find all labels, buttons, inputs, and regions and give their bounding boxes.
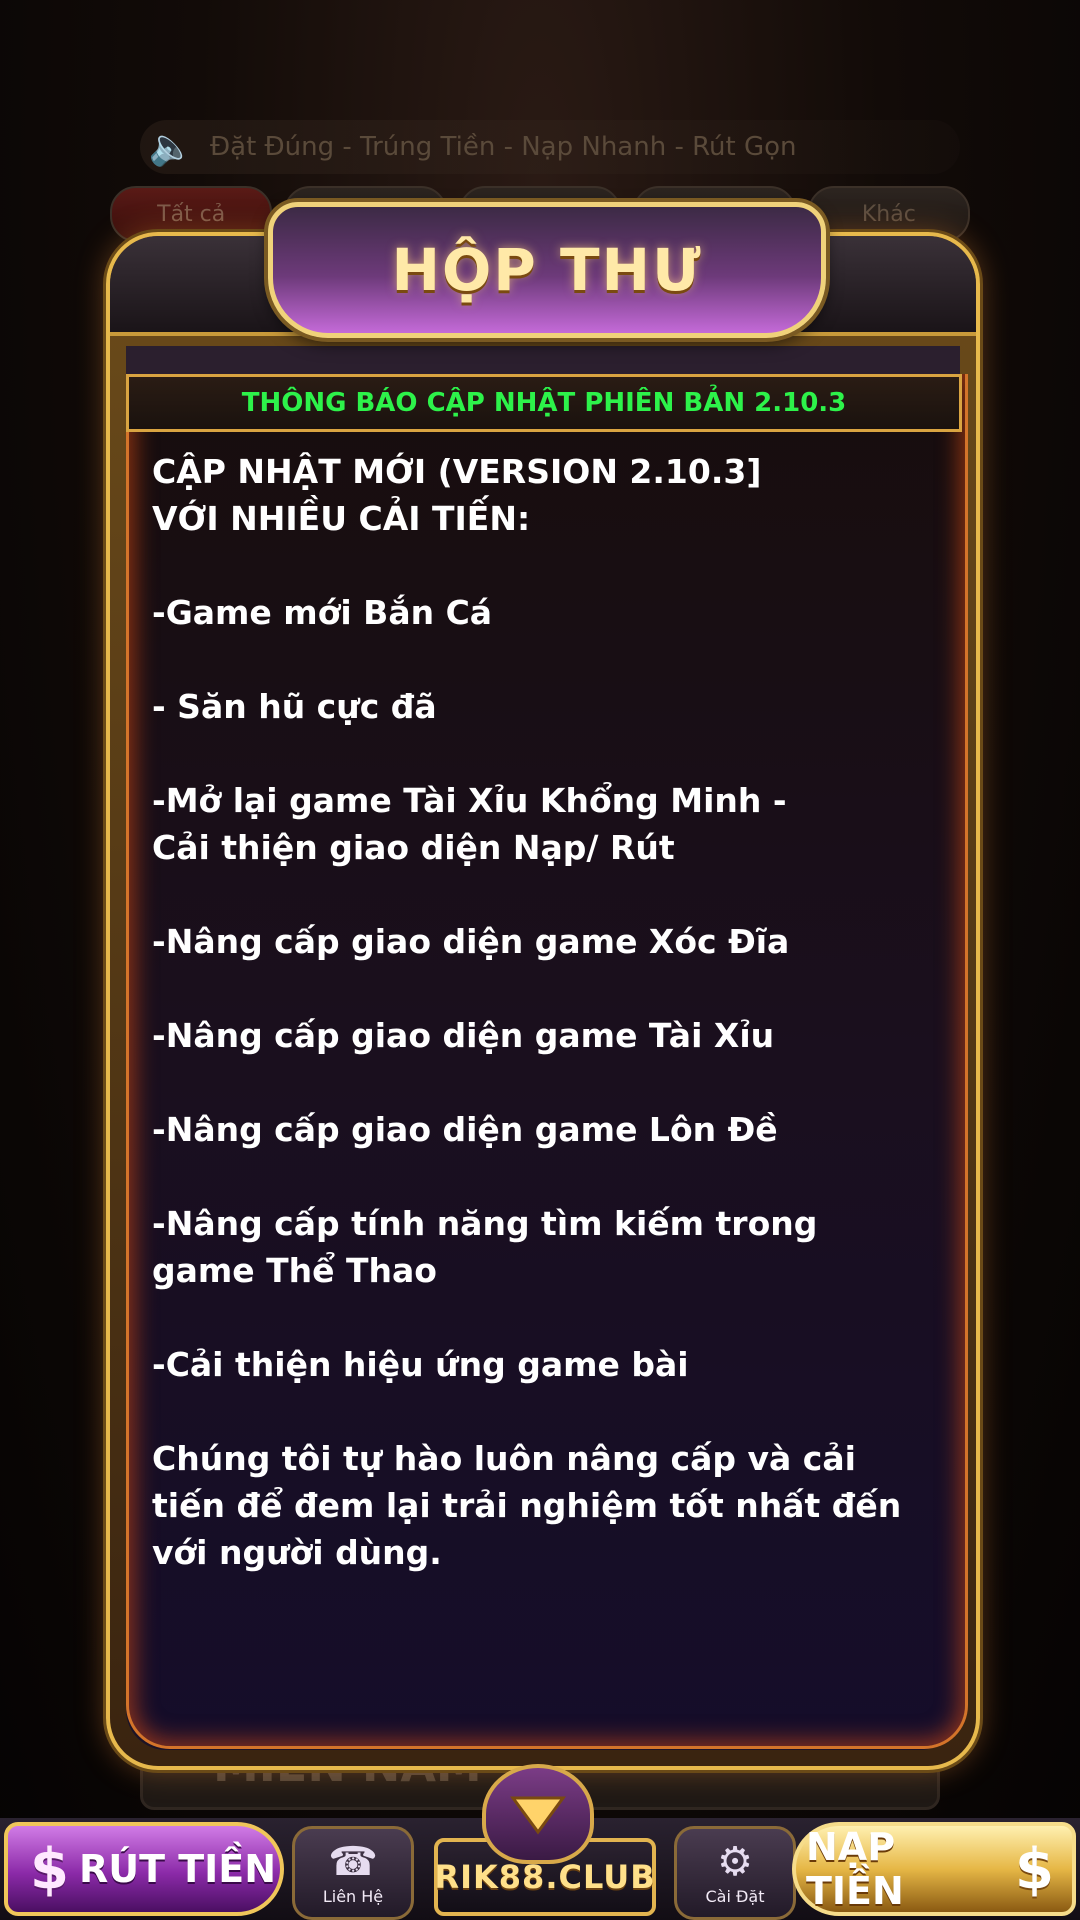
marquee-text: Đặt Đúng - Trúng Tiền - Nạp Nhanh - Rút … <box>210 132 797 162</box>
withdraw-button[interactable]: $ RÚT TIỀN <box>4 1822 284 1916</box>
message-line: -Mở lại game Tài Xỉu Khổng Minh - <box>152 781 787 820</box>
modal-title-plate: HỘP THƯ <box>268 202 826 338</box>
settings-button[interactable]: ⚙ Cài Đặt <box>674 1826 796 1920</box>
message-line: - Săn hũ cực đã <box>152 687 437 726</box>
settings-label: Cài Đặt <box>705 1886 765 1906</box>
gear-icon: ⚙ <box>717 1838 753 1885</box>
withdraw-label: RÚT TIỀN <box>78 1847 277 1891</box>
dollar-icon: $ <box>1015 1836 1054 1902</box>
notice-title: THÔNG BÁO CẬP NHẬT PHIÊN BẢN 2.10.3 <box>241 388 847 418</box>
message-line: VỚI NHIỀU CẢI TIẾN: <box>152 499 531 538</box>
message-line: -Nâng cấp giao diện game Tài Xỉu <box>152 1016 775 1055</box>
message-line: -Nâng cấp giao diện game Xóc Đĩa <box>152 922 790 961</box>
chevron-down-icon <box>510 1796 566 1835</box>
dollar-icon: $ <box>30 1836 69 1902</box>
message-line: CẬP NHẬT MỚI (VERSION 2.10.3] <box>152 452 762 491</box>
telephone-icon: ☎ <box>328 1838 378 1885</box>
message-line: -Nâng cấp tính năng tìm kiếm trong <box>152 1204 818 1243</box>
contact-button[interactable]: ☎ Liên Hệ <box>292 1826 414 1920</box>
message-line: -Cải thiện hiệu ứng game bài <box>152 1345 689 1384</box>
speaker-icon: 🔈 <box>148 127 194 168</box>
contact-label: Liên Hệ <box>322 1886 384 1906</box>
message-line: -Nâng cấp giao diện game Lôn Đề <box>152 1110 778 1149</box>
deposit-button[interactable]: NẠP TIỀN $ <box>792 1822 1076 1916</box>
message-line: Chúng tôi tự hào luôn nâng cấp và cải <box>152 1439 856 1478</box>
notice-title-bar[interactable]: THÔNG BÁO CẬP NHẬT PHIÊN BẢN 2.10.3 <box>126 374 962 432</box>
message-body: CẬP NHẬT MỚI (VERSION 2.10.3] VỚI NHIỀU … <box>152 448 912 1576</box>
collapse-button[interactable] <box>482 1764 594 1864</box>
message-line: -Game mới Bắn Cá <box>152 593 493 632</box>
message-line: Cải thiện giao diện Nạp/ Rút <box>152 828 675 867</box>
message-line: với người dùng. <box>152 1533 442 1572</box>
modal-title: HỘP THƯ <box>391 236 703 304</box>
message-line: game Thể Thao <box>152 1251 437 1290</box>
deposit-label: NẠP TIỀN <box>806 1825 904 1913</box>
marquee-banner: 🔈 Đặt Đúng - Trúng Tiền - Nạp Nhanh - Rú… <box>140 120 960 174</box>
message-line: tiến để đem lại trải nghiệm tốt nhất đến <box>152 1486 902 1525</box>
